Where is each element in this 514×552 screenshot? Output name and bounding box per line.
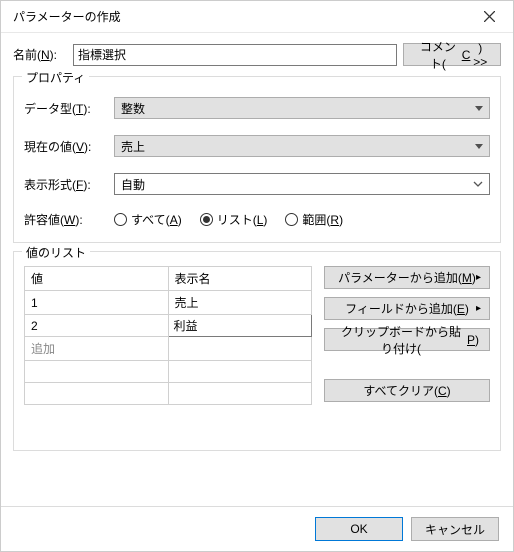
table-row[interactable]: 1 売上 xyxy=(25,291,312,315)
value-list-group: 値のリスト 値 表示名 1 売上 2 利益 xyxy=(13,251,501,451)
allowed-values-label: 許容値(W): xyxy=(24,211,114,228)
allowed-list-radio[interactable]: リスト(L) xyxy=(200,211,268,228)
create-parameter-dialog: パラメーターの作成 名前(N): コメント(C) >> プロパティ データ型(T… xyxy=(0,0,514,552)
chevron-down-icon xyxy=(475,106,483,111)
radio-icon xyxy=(114,213,127,226)
properties-group: プロパティ データ型(T): 整数 現在の値(V): 売上 表示形式(F): 自… xyxy=(13,76,501,243)
allowed-range-radio[interactable]: 範囲(R) xyxy=(285,211,343,228)
dialog-footer: OK キャンセル xyxy=(1,506,513,551)
close-icon xyxy=(484,11,495,22)
arrow-right-icon: ▸ xyxy=(476,303,481,314)
table-row[interactable]: 2 利益 xyxy=(25,315,312,337)
table-add-row[interactable]: 追加 xyxy=(25,337,312,361)
display-name-editing-cell[interactable]: 利益 xyxy=(168,315,312,337)
col-value-header[interactable]: 値 xyxy=(25,267,169,291)
table-row[interactable] xyxy=(25,361,312,383)
paste-from-clipboard-button[interactable]: クリップボードから貼り付け(P) xyxy=(324,328,490,351)
arrow-right-icon: ▸ xyxy=(476,272,481,283)
properties-legend: プロパティ xyxy=(22,69,89,86)
datatype-label: データ型(T): xyxy=(24,100,114,117)
display-format-select[interactable]: 自動 xyxy=(114,173,490,195)
current-value-label: 現在の値(V): xyxy=(24,138,114,155)
titlebar: パラメーターの作成 xyxy=(1,1,513,33)
ok-button[interactable]: OK xyxy=(315,517,403,541)
add-from-field-button[interactable]: フィールドから追加(E)▸ xyxy=(324,297,490,320)
chevron-down-icon xyxy=(473,179,483,189)
radio-icon xyxy=(200,213,213,226)
datatype-select[interactable]: 整数 xyxy=(114,97,490,119)
allowed-all-radio[interactable]: すべて(A) xyxy=(114,211,182,228)
value-list-table[interactable]: 値 表示名 1 売上 2 利益 追加 xyxy=(24,266,312,405)
clear-all-button[interactable]: すべてクリア(C) xyxy=(324,379,490,402)
add-from-parameter-button[interactable]: パラメーターから追加(M)▸ xyxy=(324,266,490,289)
dialog-title: パラメーターの作成 xyxy=(13,8,473,25)
value-list-legend: 値のリスト xyxy=(22,244,90,261)
col-display-header[interactable]: 表示名 xyxy=(168,267,312,291)
close-button[interactable] xyxy=(473,1,505,33)
name-label: 名前(N): xyxy=(13,46,73,63)
current-value-select[interactable]: 売上 xyxy=(114,135,490,157)
display-format-label: 表示形式(F): xyxy=(24,176,114,193)
comment-button[interactable]: コメント(C) >> xyxy=(403,43,501,66)
radio-icon xyxy=(285,213,298,226)
cancel-button[interactable]: キャンセル xyxy=(411,517,499,541)
table-row[interactable] xyxy=(25,383,312,405)
name-input[interactable] xyxy=(73,44,397,66)
chevron-down-icon xyxy=(475,144,483,149)
